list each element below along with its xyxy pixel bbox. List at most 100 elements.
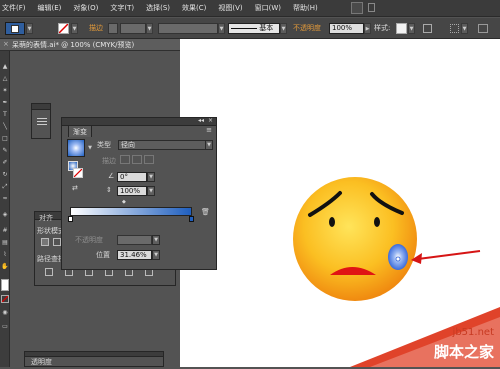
gradient-origin-marker[interactable] [395,256,401,262]
fill-color-box[interactable] [1,279,9,291]
menu-help[interactable]: 帮助(H) [287,0,324,17]
shape-builder-tool-icon[interactable]: ◈ [1,211,9,219]
scale-tool-icon[interactable]: ⤢ [1,183,9,191]
angle-dropdown[interactable]: ▼ [147,172,155,182]
reverse-gradient-icon[interactable]: ⇄ [72,184,78,192]
stroke-within-icon[interactable] [120,155,130,164]
panel-menu-icon[interactable]: ≡ [206,126,212,134]
pencil-tool-icon[interactable]: ✐ [1,159,9,167]
gradient-stop-start[interactable] [68,216,73,222]
stroke-weight-dropdown[interactable]: ▼ [146,23,153,34]
left-eye[interactable] [329,217,335,227]
fill-swatch[interactable] [5,22,25,35]
stroke-label: 描边 [102,157,116,165]
width-tool-icon[interactable]: ≈ [1,195,9,203]
hand-tool-icon[interactable]: ✋ [1,263,9,271]
menu-select[interactable]: 选择(S) [140,0,176,17]
minus-front-icon[interactable] [53,238,61,246]
aspect-ratio-dropdown[interactable]: ▼ [147,186,155,196]
close-tab-icon[interactable]: × [3,40,9,48]
opacity-label: 不透明度 [75,236,103,244]
arrange-documents-icon[interactable] [368,3,375,12]
magic-wand-tool-icon[interactable]: ✶ [1,87,9,95]
gradient-type-select[interactable]: 径向 [118,140,208,150]
aspect-ratio-field[interactable]: 100% [117,186,147,196]
fill-dropdown[interactable]: ▼ [26,23,33,34]
menu-type[interactable]: 文字(T) [104,0,140,17]
stroke-weight-field[interactable] [120,23,146,34]
no-stroke-icon [73,168,83,178]
stroke-swatch[interactable] [58,23,69,34]
rotate-tool-icon[interactable]: ↻ [1,171,9,179]
brush-definition[interactable]: 基本 [228,23,280,34]
location-field[interactable]: 31.46% [117,250,152,260]
menu-effect[interactable]: 效果(C) [176,0,212,17]
face-circle[interactable] [293,177,417,301]
pen-tool-icon[interactable]: ✒ [1,99,9,107]
menu-object[interactable]: 对象(O) [67,0,104,17]
midpoint-diamond-icon[interactable]: ◆ [122,199,126,205]
close-panel-icon[interactable]: × [208,117,213,124]
gradient-panel: ◂◂ × 渐变 ≡ ▼ 类型 径向 ▼ 描边 ∠ 0° ▼ ⇕ 100% ▼ ⇄… [61,117,217,270]
type-label: 类型 [97,141,111,149]
gradient-tool-icon[interactable]: ▤ [1,239,9,247]
variable-width-dropdown[interactable]: ▼ [218,23,225,34]
eyedropper-tool-icon[interactable]: ⌇ [1,251,9,259]
brush-dropdown[interactable]: ▼ [280,23,287,34]
stroke-mini-swatch[interactable] [73,168,83,178]
gradient-type-dropdown[interactable]: ▼ [205,140,213,150]
graphic-style-swatch[interactable] [396,23,407,34]
transform-icon[interactable] [478,24,488,33]
variable-width-profile[interactable] [158,23,218,34]
collapsed-panel-strip [31,103,51,139]
align-icon[interactable] [450,24,459,33]
menu-window[interactable]: 窗口(W) [249,0,287,17]
line-tool-icon[interactable]: ╲ [1,123,9,131]
divide-icon[interactable] [45,268,53,276]
stop-opacity-dropdown[interactable]: ▼ [152,235,160,245]
type-tool-icon[interactable]: T [1,111,9,119]
document-tab[interactable]: × 呆萌的表情.ai* @ 100% (CMYK/预览) [0,39,180,51]
graphic-style-dropdown[interactable]: ▼ [408,23,415,34]
gradient-slider[interactable] [70,207,192,216]
angle-field[interactable]: 0° [117,172,147,182]
stroke-color-box[interactable] [1,295,9,303]
menu-file[interactable]: 文件(F) [0,0,32,17]
menu-view[interactable]: 视图(V) [212,0,248,17]
align-dropdown[interactable]: ▼ [461,23,468,34]
watermark-site: jb51.net [452,327,494,338]
align-tab[interactable]: 对齐 [39,213,53,223]
collapsed-panel-header[interactable] [32,104,50,110]
location-dropdown[interactable]: ▼ [152,250,160,260]
paintbrush-tool-icon[interactable]: ✎ [1,147,9,155]
mesh-tool-icon[interactable]: # [1,227,9,235]
bridge-icon[interactable] [351,2,363,14]
menu-lines-icon[interactable] [37,116,47,126]
rectangle-tool-icon[interactable]: □ [1,135,9,143]
collapse-panel-icon[interactable]: ◂◂ [198,117,204,124]
recolor-artwork-icon[interactable] [423,24,432,33]
stop-opacity-field[interactable] [117,235,152,245]
stroke-dropdown[interactable]: ▼ [71,23,78,34]
delete-stop-icon[interactable]: 🗑 [201,208,210,216]
transparency-tab[interactable]: 透明度 [31,357,52,367]
stroke-weight-stepper[interactable] [108,23,118,34]
screen-mode-icon[interactable]: ▭ [1,323,9,331]
opacity-label[interactable]: 不透明度 [293,23,321,33]
gradient-stop-end[interactable] [189,216,194,222]
opacity-dropdown[interactable]: ▶ [364,23,371,34]
stroke-label[interactable]: 描边 [89,23,103,33]
direct-selection-tool-icon[interactable]: △ [1,75,9,83]
gradient-preview-swatch[interactable] [67,139,85,157]
stroke-along-icon[interactable] [132,155,142,164]
gradient-preset-dropdown[interactable]: ▼ [86,144,94,154]
right-eye[interactable] [374,217,380,227]
draw-mode-icon[interactable]: ◉ [1,309,9,317]
unite-icon[interactable] [41,238,49,246]
stroke-across-icon[interactable] [144,155,154,164]
watermark: jb51.net 脚本之家 [350,307,500,367]
menu-edit[interactable]: 编辑(E) [32,0,68,17]
opacity-field[interactable]: 100% [329,23,364,34]
selection-tool-icon[interactable]: ▲ [1,63,9,71]
gradient-tab[interactable]: 渐变 [68,125,92,137]
